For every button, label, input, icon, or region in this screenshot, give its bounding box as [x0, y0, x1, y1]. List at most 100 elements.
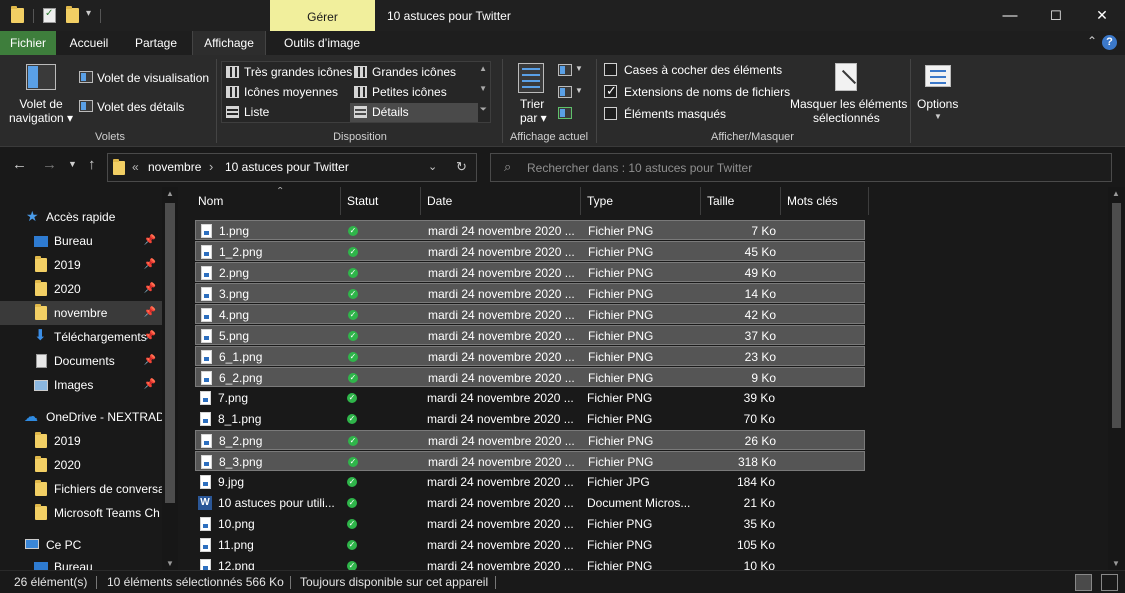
column-header-type[interactable]: Type [581, 187, 701, 215]
column-header-nom[interactable]: ⌃ Nom [192, 187, 341, 215]
chevron-down-icon[interactable]: ▼ [575, 86, 583, 95]
address-field[interactable]: « novembre › 10 astuces pour Twitter ⌄ ↻ [107, 153, 477, 182]
preview-pane-button[interactable]: Volet de visualisation [97, 71, 209, 85]
customize-toolbar-icon[interactable]: ▾ [86, 8, 91, 19]
nav-item-onedrive-2020[interactable]: 2020 [0, 453, 162, 477]
pin-icon[interactable]: 📌 [144, 349, 156, 373]
nav-item-bureau[interactable]: Bureau 📌 [0, 229, 162, 253]
pin-icon[interactable]: 📌 [144, 229, 156, 253]
table-row[interactable]: 11.png ✓ mardi 24 novembre 2020 ... Fichier… [195, 535, 865, 555]
table-row[interactable]: 9.jpg ✓ mardi 24 novembre 2020 ... Fichier … [195, 472, 865, 492]
options-button[interactable]: Options [917, 97, 958, 111]
tab-fichier[interactable]: Fichier [0, 31, 56, 55]
tab-accueil[interactable]: Accueil [62, 31, 116, 55]
table-row[interactable]: 12.png ✓ mardi 24 novembre 2020 ... Fichier… [195, 556, 865, 570]
nav-item-images[interactable]: Images 📌 [0, 373, 162, 397]
list-scrollbar[interactable]: ▲ ▼ [1108, 187, 1125, 570]
layout-large-icons[interactable]: Grandes icônes [350, 63, 478, 82]
scroll-up-icon[interactable]: ▲ [479, 64, 487, 73]
chevron-down-icon[interactable]: ⌄ [428, 160, 437, 173]
breadcrumb-overflow[interactable]: « [132, 160, 139, 174]
nav-item-ce-pc[interactable]: Ce PC [0, 533, 162, 557]
table-row[interactable]: 2.png ✓ mardi 24 novembre 2020 ... Fichier … [195, 262, 865, 282]
search-input[interactable] [527, 159, 1087, 176]
table-row[interactable]: 1.png ✓ mardi 24 novembre 2020 ... Fichier … [195, 220, 865, 240]
tab-affichage[interactable]: Affichage [192, 31, 266, 55]
layout-small-icons[interactable]: Petites icônes [350, 83, 478, 102]
properties-icon[interactable]: ✓ [43, 8, 56, 23]
item-checkboxes-checkbox[interactable] [604, 63, 617, 76]
pin-icon[interactable]: 📌 [144, 301, 156, 325]
scroll-up-icon[interactable]: ▲ [1112, 189, 1120, 198]
nav-scroll-thumb[interactable] [165, 203, 175, 503]
maximize-button[interactable]: ☐ [1033, 0, 1079, 31]
layout-medium-icons[interactable]: Icônes moyennes [222, 83, 350, 102]
details-pane-button[interactable]: Volet des détails [97, 100, 184, 114]
add-columns-icon[interactable] [558, 86, 572, 98]
nav-item-pc-bureau[interactable]: Bureau [0, 555, 162, 570]
up-arrow-icon[interactable]: ↑ [88, 156, 96, 173]
new-folder-icon[interactable] [66, 6, 79, 23]
table-row[interactable]: 8_1.png ✓ mardi 24 novembre 2020 ... Fichie… [195, 409, 865, 429]
size-all-columns-icon[interactable] [558, 107, 572, 119]
close-button[interactable]: ✕ [1079, 0, 1125, 31]
table-row[interactable]: 6_2.png ✓ mardi 24 novembre 2020 ... Fichie… [195, 367, 865, 387]
navigation-pane-button[interactable]: Volet de [19, 97, 63, 111]
scroll-down-icon[interactable]: ▼ [166, 559, 174, 568]
hidden-items-checkbox[interactable] [604, 107, 617, 120]
chevron-down-icon[interactable]: ▼ [575, 64, 583, 73]
column-header-mots-cles[interactable]: Mots clés [781, 187, 869, 215]
file-extensions-checkbox[interactable] [604, 83, 617, 99]
pin-icon[interactable]: 📌 [144, 325, 156, 349]
hide-selected-button[interactable]: Masquer les éléments [790, 97, 907, 111]
pin-icon[interactable]: 📌 [144, 373, 156, 397]
column-header-taille[interactable]: Taille [701, 187, 781, 215]
table-row[interactable]: 7.png ✓ mardi 24 novembre 2020 ... Fichier … [195, 388, 865, 408]
nav-item-acces-rapide[interactable]: ★ Accès rapide [0, 205, 162, 229]
nav-item-documents[interactable]: Documents 📌 [0, 349, 162, 373]
recent-locations-icon[interactable]: ▼ [68, 159, 77, 169]
navigation-pane-label-2[interactable]: navigation ▾ [9, 111, 73, 125]
layout-extra-large-icons[interactable]: Très grandes icônes [222, 63, 352, 82]
minimize-button[interactable]: — [987, 0, 1033, 31]
column-header-statut[interactable]: Statut [341, 187, 421, 215]
nav-item-2019[interactable]: 2019 📌 [0, 253, 162, 277]
chevron-down-icon[interactable]: ▼ [934, 112, 942, 121]
nav-item-telechargements[interactable]: ⬇ Téléchargements 📌 [0, 325, 162, 349]
pin-icon[interactable]: 📌 [144, 277, 156, 301]
nav-item-novembre[interactable]: novembre 📌 [0, 301, 162, 325]
table-row[interactable]: 1_2.png ✓ mardi 24 novembre 2020 ... Fichie… [195, 241, 865, 261]
table-row[interactable]: 3.png ✓ mardi 24 novembre 2020 ... Fichier … [195, 283, 865, 303]
nav-item-onedrive[interactable]: ☁ OneDrive - NEXTRADI [0, 405, 162, 429]
sort-button-dropdown[interactable]: par ▾ [520, 111, 547, 125]
breadcrumb-novembre[interactable]: novembre [148, 160, 201, 174]
nav-scrollbar[interactable]: ▲ ▼ [162, 187, 178, 570]
expand-gallery-icon[interactable]: ⏷ [480, 104, 487, 115]
nav-item-2020[interactable]: 2020 📌 [0, 277, 162, 301]
table-row[interactable]: 10.png ✓ mardi 24 novembre 2020 ... Fichier… [195, 514, 865, 534]
scroll-down-icon[interactable]: ▼ [1112, 559, 1120, 568]
forward-arrow-icon[interactable]: → [42, 156, 57, 173]
table-row[interactable]: 4.png ✓ mardi 24 novembre 2020 ... Fichier … [195, 304, 865, 324]
column-header-date[interactable]: Date [421, 187, 581, 215]
group-by-icon[interactable] [558, 64, 572, 76]
layout-list[interactable]: Liste [222, 103, 350, 122]
refresh-icon[interactable]: ↻ [456, 159, 467, 175]
help-icon[interactable]: ? [1102, 35, 1117, 50]
tab-outils-image[interactable]: Outils d’image [274, 31, 370, 55]
tab-partage[interactable]: Partage [128, 31, 184, 55]
table-row[interactable]: 6_1.png ✓ mardi 24 novembre 2020 ... Fichie… [195, 346, 865, 366]
nav-item-teams-chat[interactable]: Microsoft Teams Ch [0, 501, 162, 525]
scroll-up-icon[interactable]: ▲ [166, 189, 174, 198]
layout-details[interactable]: Détails [350, 103, 478, 122]
table-row[interactable]: 5.png ✓ mardi 24 novembre 2020 ... Fichier … [195, 325, 865, 345]
nav-item-fichiers-conversation[interactable]: Fichiers de conversa [0, 477, 162, 501]
collapse-ribbon-icon[interactable]: ⌃ [1087, 34, 1097, 48]
tab-gerer[interactable]: Gérer [270, 0, 375, 31]
breadcrumb-current[interactable]: 10 astuces pour Twitter [225, 160, 349, 174]
table-row[interactable]: 8_2.png ✓ mardi 24 novembre 2020 ... Fichie… [195, 430, 865, 450]
breadcrumb-separator[interactable]: › [209, 159, 213, 174]
large-icons-view-icon[interactable] [1101, 574, 1118, 591]
list-scroll-thumb[interactable] [1112, 203, 1121, 428]
table-row[interactable]: 8_3.png ✓ mardi 24 novembre 2020 ... Fichie… [195, 451, 865, 471]
